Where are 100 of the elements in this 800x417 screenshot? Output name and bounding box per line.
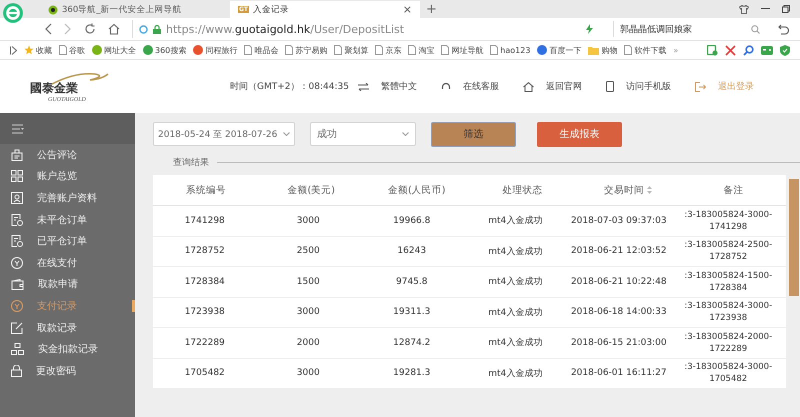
lightning-icon[interactable] <box>586 24 593 34</box>
menu-icon[interactable] <box>12 124 24 134</box>
undo-icon[interactable] <box>778 24 790 34</box>
magnifier-icon[interactable] <box>743 44 754 56</box>
table-cell-text: 2018-07-03 09:37:03 <box>570 214 668 228</box>
table-cell-text: 1741298 <box>184 214 226 228</box>
sidebar-item[interactable]: 实金扣款记录 <box>0 338 135 360</box>
bookmark[interactable]: 京东 <box>375 44 402 56</box>
bookmark[interactable]: 网址大全 <box>92 44 136 56</box>
header-link[interactable]: 访问手机版 <box>606 80 671 93</box>
bookmark[interactable]: 唯品会 <box>244 44 278 56</box>
header-link[interactable]: 在线客服 <box>441 80 499 93</box>
page-icon <box>244 45 252 55</box>
grid-icon <box>11 170 23 182</box>
table-cell-text: :3-183005824-3000-1741298 <box>683 208 774 234</box>
search-icon <box>751 24 760 34</box>
logo-title: 國泰金業 <box>30 80 79 97</box>
chevron-icon <box>283 132 290 136</box>
table-cell-text: mt4入金成功 <box>487 306 544 320</box>
table-cell-text: 2500 <box>296 245 321 258</box>
table-cell-text: 3000 <box>296 306 321 320</box>
table-cell-text: 2018-06-15 21:03:00 <box>570 336 668 350</box>
status-select[interactable]: 成功 <box>310 122 416 146</box>
date-range-select[interactable]: 2018-05-24 至 2018-07-26 <box>153 122 295 146</box>
bookmark[interactable]: 淘宝 <box>408 44 434 56</box>
profile-icon <box>11 192 23 204</box>
sidebar-item[interactable]: 公告评论 <box>0 144 135 166</box>
table-cell-text: :3-183005824-3000-1705482 <box>683 361 774 386</box>
bookmark[interactable]: 收藏 <box>24 44 52 56</box>
table-cell-text: 1705482 <box>184 367 226 380</box>
sidebar-item[interactable]: 取款申请 <box>0 274 135 296</box>
table-cell-text: :3-183005824-2000-1722289 <box>683 330 774 356</box>
close-tab-button[interactable]: × <box>402 3 412 16</box>
reload-icon[interactable] <box>84 23 96 35</box>
browser-tab[interactable]: 360导航_新一代安全上网导航 <box>40 1 230 18</box>
bookmark[interactable]: 购物 <box>588 44 618 56</box>
chevron-icon <box>402 132 409 136</box>
table-cell-text: 3000 <box>296 214 321 228</box>
site-logo-icon <box>143 45 153 55</box>
address-field[interactable]: https://www.guotaigold.hk/User/DepositList <box>132 20 574 38</box>
home-icon[interactable] <box>108 23 120 35</box>
shirt-icon[interactable] <box>739 4 749 14</box>
gamepad-icon[interactable] <box>761 46 773 54</box>
table-cell-text: 2018-06-21 12:03:52 <box>570 245 668 258</box>
sidebar-item[interactable]: 已平仓订单 <box>0 230 135 252</box>
image-tool-icon[interactable] <box>707 44 718 56</box>
table-cell-text: :3-183005824-2500-1728752 <box>683 239 774 264</box>
bookmark[interactable]: 苏宁易购 <box>285 44 328 56</box>
minimize-icon[interactable] <box>761 8 770 10</box>
table-cell-text: 2018-06-18 14:00:33 <box>570 306 668 320</box>
bookmark[interactable]: 网址导航 <box>441 44 484 56</box>
back-icon[interactable] <box>44 23 52 35</box>
sidebar-item[interactable]: 完善账户资料 <box>0 187 135 209</box>
loading-icon <box>139 24 148 34</box>
column-header[interactable]: 处理状态 <box>470 175 575 205</box>
sidebar-item[interactable]: 账户总览 <box>0 166 135 188</box>
filter-button[interactable]: 筛选 <box>431 122 516 146</box>
table-cell-text: 1728384 <box>184 276 226 289</box>
coin-icon <box>11 256 23 269</box>
new-tab-button[interactable]: + <box>420 2 443 16</box>
sidebar-item[interactable]: 取款记录 <box>0 316 135 338</box>
generate-report-button[interactable]: 生成报表 <box>537 122 622 146</box>
star-icon <box>24 45 34 55</box>
document-icon <box>11 235 23 248</box>
bookmark[interactable]: 360搜索 <box>143 44 186 56</box>
page-icon <box>59 45 67 55</box>
page-icon <box>441 45 450 55</box>
sidebar-item[interactable]: 在线支付 <box>0 252 135 274</box>
bookmark[interactable]: 软件下载 <box>624 44 666 56</box>
column-header[interactable]: 金额(人民币) <box>364 175 470 205</box>
table-cell-text: 1722289 <box>184 336 226 350</box>
column-header[interactable]: 备注 <box>680 175 786 205</box>
lock-icon <box>11 364 22 377</box>
table-cell-text: 9745.8 <box>395 276 428 289</box>
table-cell-text: :3-183005824-1500-1728384 <box>683 270 774 295</box>
column-header[interactable]: 系统编号 <box>153 175 258 205</box>
bookmark[interactable]: 聚划算 <box>334 44 368 56</box>
sidebar-toggle-icon[interactable] <box>10 46 17 54</box>
restore-icon[interactable] <box>782 5 790 13</box>
search-field[interactable]: 郭晶晶低调回娘家 <box>613 21 766 37</box>
page-icon <box>285 45 294 55</box>
sidebar-item[interactable]: 未平仓订单 <box>0 208 135 230</box>
sidebar-item[interactable]: 更改密码 <box>0 360 135 382</box>
column-header[interactable]: 金额(美元) <box>258 175 364 205</box>
scrollbar-thumb[interactable] <box>789 179 799 296</box>
column-header[interactable]: 交易时间 <box>575 175 680 205</box>
bookmark[interactable]: 百度一下 <box>537 44 582 56</box>
nodes-icon <box>11 343 24 356</box>
shield-icon[interactable] <box>780 44 790 56</box>
bookmark[interactable]: hao123 <box>490 45 530 55</box>
table-cell-text: 19311.3 <box>392 306 432 320</box>
header-link[interactable]: 繁體中文 <box>358 80 417 93</box>
scissors-icon[interactable] <box>725 44 736 56</box>
table-cell-text: mt4入金成功 <box>487 214 544 228</box>
header-link[interactable]: 返回官网 <box>523 80 582 93</box>
site-logo-icon <box>193 45 204 55</box>
bookmark[interactable]: 谷歌 <box>59 44 85 56</box>
phone-icon <box>606 81 614 92</box>
bookmark[interactable]: 同程旅行 <box>193 44 238 56</box>
document-icon <box>11 214 23 226</box>
